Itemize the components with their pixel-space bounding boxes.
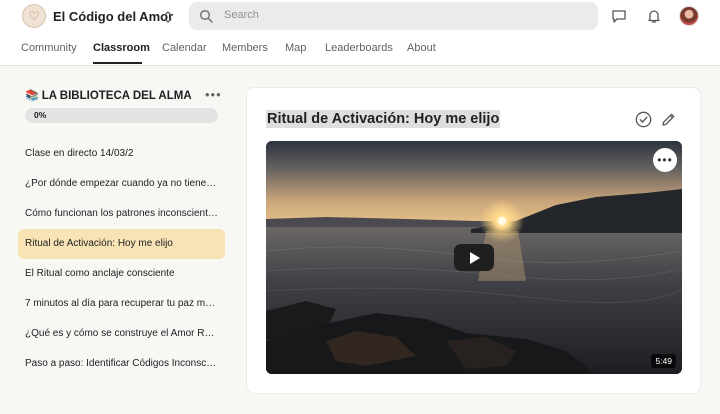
course-title: 📚 LA BIBLIOTECA DEL ALMA — [25, 89, 192, 102]
tab-calendar[interactable]: Calendar — [162, 42, 207, 54]
lesson-item[interactable]: 7 minutos al día para recuperar tu paz m… — [18, 289, 225, 319]
tab-classroom[interactable]: Classroom — [93, 42, 150, 54]
tab-about[interactable]: About — [407, 42, 436, 54]
app-title[interactable]: El Código del Amor — [53, 9, 173, 24]
video-player[interactable]: ••• 5:49 — [266, 141, 682, 374]
course-title-text: LA BIBLIOTECA DEL ALMA — [41, 90, 192, 102]
chat-icon[interactable] — [611, 8, 627, 24]
tab-members[interactable]: Members — [222, 42, 268, 54]
lesson-item[interactable]: ¿Por dónde empezar cuando ya no tienes … — [18, 169, 225, 199]
bell-icon[interactable] — [646, 8, 662, 24]
lesson-title: Ritual de Activación: Hoy me elijo — [266, 110, 501, 128]
course-progress-bar: 0% — [25, 108, 218, 123]
lesson-item[interactable]: ¿Qué es y cómo se construye el Amor Real… — [18, 319, 225, 349]
mark-complete-icon[interactable] — [635, 111, 652, 128]
progress-label: 0% — [34, 110, 47, 120]
play-button[interactable] — [454, 244, 494, 271]
search-placeholder: Search — [224, 9, 259, 21]
video-duration: 5:49 — [651, 354, 676, 368]
tab-map[interactable]: Map — [285, 42, 306, 54]
user-avatar[interactable] — [679, 6, 699, 26]
lesson-item[interactable]: Paso a paso: Identificar Códigos Inconsc… — [18, 349, 225, 379]
course-sidebar: 📚 LA BIBLIOTECA DEL ALMA ••• 0% Clase en … — [0, 67, 240, 414]
edit-pencil-icon[interactable] — [661, 112, 676, 127]
lesson-item[interactable]: El Ritual como anclaje consciente — [18, 259, 225, 289]
search-icon — [199, 9, 213, 23]
lesson-item[interactable]: Cómo funcionan los patrones inconscient… — [18, 199, 225, 229]
search-input[interactable]: Search — [189, 2, 598, 30]
lesson-item[interactable]: Clase en directo 14/03/2 — [18, 139, 225, 169]
tab-leaderboards[interactable]: Leaderboards — [325, 42, 393, 54]
lesson-card: Ritual de Activación: Hoy me elijo ••• 5… — [246, 87, 701, 394]
lesson-item-active[interactable]: Ritual de Activación: Hoy me elijo — [18, 229, 225, 259]
top-header: ♡ El Código del Amor Search Community Cl… — [0, 0, 720, 66]
course-options-icon[interactable]: ••• — [205, 87, 222, 102]
active-tab-indicator — [93, 62, 142, 64]
books-icon: 📚 — [25, 90, 39, 102]
switcher-icon[interactable] — [162, 9, 174, 25]
tab-community[interactable]: Community — [21, 42, 77, 54]
video-options-icon[interactable]: ••• — [653, 148, 677, 172]
community-logo-icon[interactable]: ♡ — [22, 4, 46, 28]
